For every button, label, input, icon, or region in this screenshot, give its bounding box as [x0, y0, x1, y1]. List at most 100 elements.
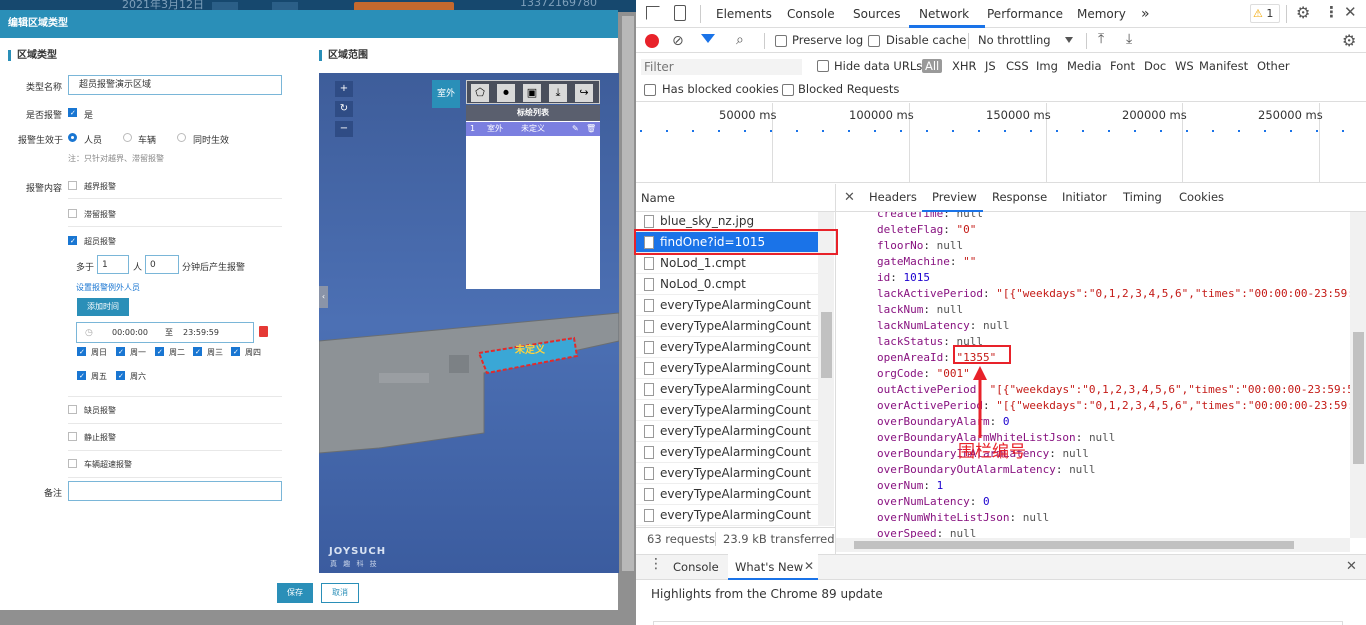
request-row[interactable]: NoLod_1.cmpt [636, 253, 818, 274]
clear-tool-icon[interactable]: ▣ [523, 84, 541, 102]
tab-console[interactable]: Console [787, 0, 835, 28]
vehicle-speed-checkbox[interactable] [68, 459, 77, 468]
delete-plot-icon[interactable]: 🗑 [586, 122, 596, 136]
detail-tab-cookies[interactable]: Cookies [1179, 190, 1224, 204]
filter-js[interactable]: JS [985, 59, 996, 73]
cross-boundary-checkbox[interactable] [68, 181, 77, 190]
weekday-checkbox[interactable] [77, 347, 86, 356]
request-row[interactable]: everyTypeAlarmingCount [636, 505, 818, 526]
tab-sources[interactable]: Sources [853, 0, 900, 28]
delete-time-icon[interactable] [259, 326, 268, 337]
weekday-checkbox[interactable] [231, 347, 240, 356]
preview-hscrollbar[interactable] [836, 538, 1350, 552]
filter-font[interactable]: Font [1110, 59, 1135, 73]
close-detail-icon[interactable]: ✕ [844, 190, 855, 205]
scrollbar-thumb[interactable] [1353, 332, 1364, 464]
chevron-down-icon[interactable] [1065, 37, 1073, 43]
request-row[interactable]: everyTypeAlarmingCount [636, 358, 818, 379]
network-settings-icon[interactable]: ⚙ [1342, 31, 1356, 50]
overcrowd-checkbox[interactable] [68, 236, 77, 245]
filter-input[interactable] [640, 58, 803, 76]
detail-tab-timing[interactable]: Timing [1123, 190, 1162, 204]
request-row[interactable]: everyTypeAlarmingCount [636, 463, 818, 484]
drawer-menu-icon[interactable]: ⋮ [649, 556, 663, 572]
customize-menu-icon[interactable]: ⋮ [1324, 3, 1339, 21]
preserve-log-checkbox[interactable] [775, 35, 787, 47]
polygon-tool-icon[interactable]: ⬠ [471, 84, 489, 102]
filter-manifest[interactable]: Manifest [1199, 59, 1248, 73]
filter-media[interactable]: Media [1067, 59, 1102, 73]
weekday-checkbox[interactable] [193, 347, 202, 356]
filter-doc[interactable]: Doc [1144, 59, 1166, 73]
overcrowd-count-input[interactable]: 1 [97, 255, 129, 274]
weekday-checkbox[interactable] [116, 371, 125, 380]
weekday-checkbox[interactable] [77, 371, 86, 380]
blocked-requests-checkbox[interactable] [782, 84, 794, 96]
filter-all[interactable]: All [922, 59, 943, 73]
close-whats-new-icon[interactable]: ✕ [804, 559, 814, 573]
import-har-icon[interactable]: ⤒ [1098, 31, 1104, 47]
cancel-button[interactable]: 取消 [321, 583, 359, 603]
drawer-tab-console[interactable]: Console [673, 560, 719, 574]
share-tool-icon[interactable]: ↪ [575, 84, 593, 102]
export-har-icon[interactable]: ⤓ [1126, 31, 1132, 47]
collapse-panel-handle[interactable]: ‹ [319, 286, 328, 308]
tab-elements[interactable]: Elements [716, 0, 772, 28]
request-row[interactable]: everyTypeAlarmingCount [636, 484, 818, 505]
request-row[interactable]: everyTypeAlarmingCount [636, 316, 818, 337]
filter-img[interactable]: Img [1036, 59, 1058, 73]
tab-performance[interactable]: Performance [987, 0, 1063, 28]
more-tabs-icon[interactable]: » [1141, 0, 1150, 28]
radio-vehicle[interactable] [123, 133, 132, 142]
request-row[interactable]: everyTypeAlarmingCount [636, 337, 818, 358]
save-button[interactable]: 保存 [277, 583, 313, 603]
close-devtools-icon[interactable]: ✕ [1344, 3, 1357, 21]
refresh-button[interactable]: ↻ [335, 101, 353, 117]
page-scrollbar[interactable] [622, 16, 634, 571]
overcrowd-minutes-input[interactable]: 0 [145, 255, 179, 274]
detail-tab-response[interactable]: Response [992, 190, 1047, 204]
zone-map[interactable]: 未定义 + ↻ − 室外 ⬠ ⏺ ▣ ⤓ ↪ 标绘列表 1 室外 未定义 ✎ 🗑… [319, 73, 619, 573]
filter-icon[interactable] [701, 34, 715, 43]
zoom-in-button[interactable]: + [335, 81, 353, 97]
detail-tab-preview[interactable]: Preview [932, 190, 977, 204]
hide-data-urls-checkbox[interactable] [817, 60, 829, 72]
tab-network[interactable]: Network [919, 0, 969, 28]
detail-tab-headers[interactable]: Headers [869, 190, 917, 204]
type-name-input[interactable]: 超员报警演示区域 [68, 75, 282, 95]
scrollbar-thumb[interactable] [821, 312, 832, 378]
remark-input[interactable] [68, 481, 282, 501]
search-icon[interactable]: ⌕ [736, 32, 744, 48]
weekday-checkbox[interactable] [116, 347, 125, 356]
inspect-icon[interactable] [646, 6, 660, 20]
scrollbar-thumb[interactable] [854, 541, 1294, 549]
stay-checkbox[interactable] [68, 209, 77, 218]
filter-ws[interactable]: WS [1175, 59, 1194, 73]
json-preview[interactable]: createTime: null deleteFlag: "0" floorNo: … [836, 212, 1350, 538]
request-row[interactable]: everyTypeAlarmingCount [636, 295, 818, 316]
request-row[interactable]: NoLod_0.cmpt [636, 274, 818, 295]
radio-both[interactable] [177, 133, 186, 142]
settings-gear-icon[interactable]: ⚙ [1296, 3, 1310, 22]
request-row[interactable]: everyTypeAlarmingCount [636, 400, 818, 421]
device-toolbar-icon[interactable] [674, 5, 686, 21]
edit-plot-icon[interactable]: ✎ [572, 122, 579, 136]
stop-tool-icon[interactable]: ⏺ [497, 84, 515, 102]
disable-cache-checkbox[interactable] [868, 35, 880, 47]
filter-other[interactable]: Other [1257, 59, 1290, 73]
warnings-badge[interactable]: ⚠ 1 [1250, 4, 1280, 23]
request-row[interactable]: everyTypeAlarmingCount [636, 379, 818, 400]
close-drawer-icon[interactable]: ✕ [1346, 559, 1357, 574]
zoom-out-button[interactable]: − [335, 121, 353, 137]
is-alarm-checkbox[interactable] [68, 108, 77, 117]
request-list-scrollbar[interactable] [818, 212, 834, 526]
request-row[interactable]: everyTypeAlarmingCount [636, 442, 818, 463]
record-icon[interactable] [645, 34, 659, 48]
filter-xhr[interactable]: XHR [952, 59, 977, 73]
throttling-select[interactable]: No throttling [978, 33, 1051, 47]
drawer-tab-whats-new[interactable]: What's New [735, 560, 803, 574]
has-blocked-cookies-checkbox[interactable] [644, 84, 656, 96]
plot-list-row[interactable]: 1 室外 未定义 ✎ 🗑 [466, 122, 600, 136]
time-range-input[interactable]: ◷ 00:00:00 至 23:59:59 [76, 322, 254, 343]
weekday-checkbox[interactable] [155, 347, 164, 356]
